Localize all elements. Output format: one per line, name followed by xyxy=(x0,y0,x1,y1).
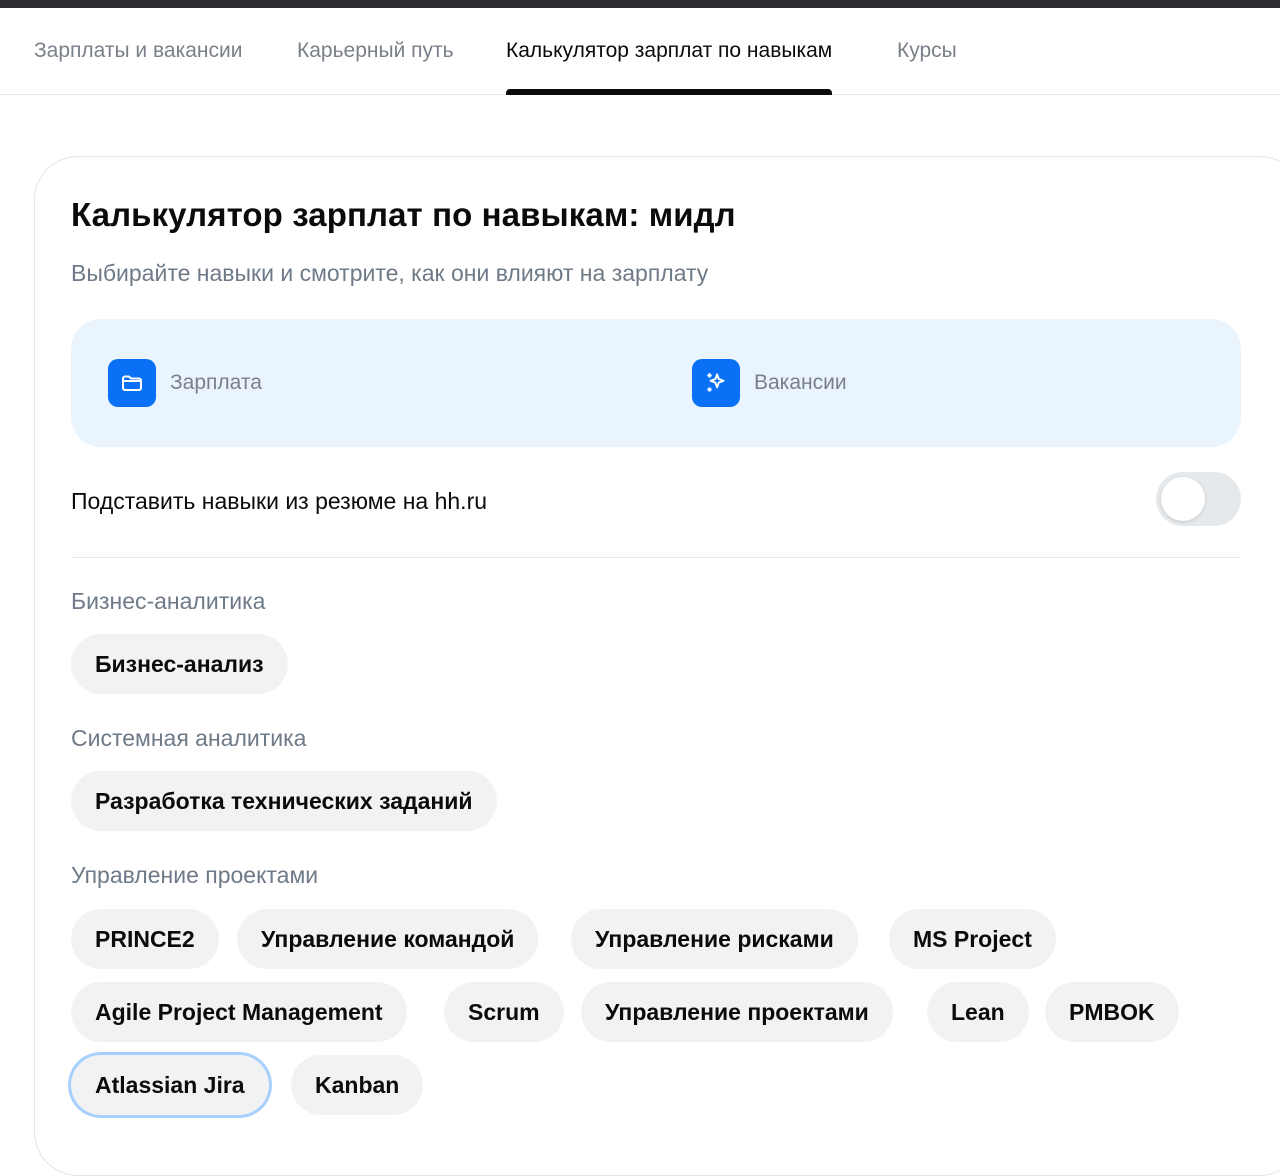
stats-panel: Зарплата Вакансии xyxy=(71,319,1241,447)
page-subtitle: Выбирайте навыки и смотрите, как они вли… xyxy=(71,260,709,286)
tab-career-path[interactable]: Карьерный путь xyxy=(297,8,454,94)
skill-chip[interactable]: Kanban xyxy=(291,1055,424,1115)
skill-chip[interactable]: Atlassian Jira xyxy=(71,1055,269,1115)
group-title-system-analytics: Системная аналитика xyxy=(71,725,307,751)
skill-chip[interactable]: Управление рисками xyxy=(571,909,858,969)
vacancies-stat-label: Вакансии xyxy=(754,371,847,394)
tab-bar: Зарплаты и вакансии Карьерный путь Кальк… xyxy=(0,8,1280,95)
group-title-business-analytics: Бизнес-аналитика xyxy=(71,588,266,614)
top-window-bar xyxy=(0,0,1280,8)
tab-salaries-vacancies[interactable]: Зарплаты и вакансии xyxy=(34,8,242,94)
skill-chip[interactable]: Бизнес-анализ xyxy=(71,634,288,694)
skill-chip[interactable]: Lean xyxy=(927,982,1029,1042)
salary-stat[interactable]: Зарплата xyxy=(108,359,262,407)
skill-chip[interactable]: Управление командой xyxy=(237,909,539,969)
resume-skills-toggle[interactable] xyxy=(1156,472,1241,526)
skill-chip[interactable]: Разработка технических заданий xyxy=(71,771,497,831)
skill-chip[interactable]: MS Project xyxy=(889,909,1056,969)
skill-chip[interactable]: Управление проектами xyxy=(581,982,893,1042)
skill-chip[interactable]: PMBOK xyxy=(1045,982,1179,1042)
skill-chip[interactable]: Scrum xyxy=(444,982,564,1042)
tab-courses[interactable]: Курсы xyxy=(897,8,957,94)
folder-icon xyxy=(108,359,156,407)
skill-chip[interactable]: Agile Project Management xyxy=(71,982,407,1042)
sparkles-icon xyxy=(692,359,740,407)
salary-stat-label: Зарплата xyxy=(170,371,262,394)
section-divider xyxy=(71,557,1241,558)
resume-toggle-label: Подставить навыки из резюме на hh.ru xyxy=(71,488,488,514)
skill-chip[interactable]: PRINCE2 xyxy=(71,909,219,969)
page-title: Калькулятор зарплат по навыкам: мидл xyxy=(71,196,736,233)
toggle-knob xyxy=(1161,477,1205,521)
tab-skills-calculator[interactable]: Калькулятор зарплат по навыкам xyxy=(506,8,833,95)
vacancies-stat[interactable]: Вакансии xyxy=(692,359,847,407)
group-title-project-management: Управление проектами xyxy=(71,862,319,888)
